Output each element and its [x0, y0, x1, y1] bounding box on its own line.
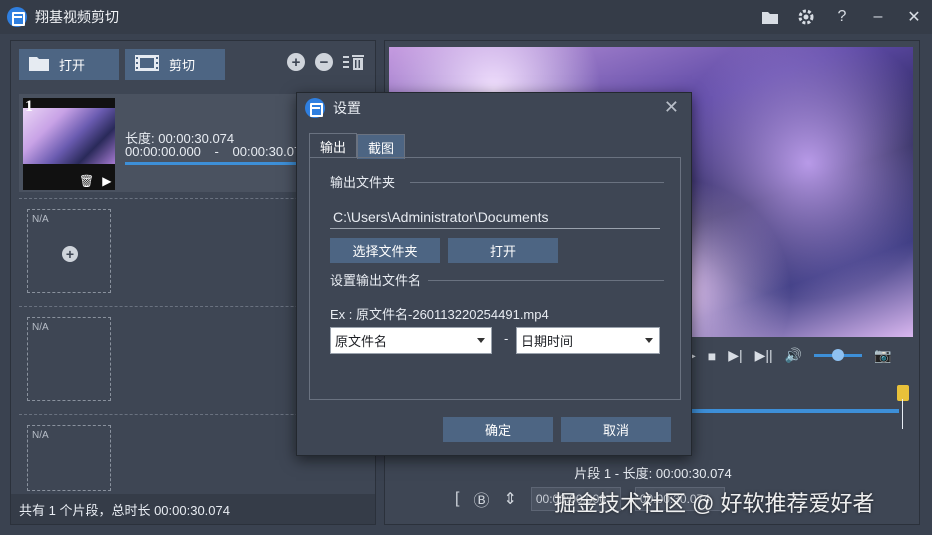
status-bar: 共有 1 个片段，总时长 00:00:30.074: [11, 494, 375, 524]
divider: [428, 280, 664, 281]
timeline-playhead[interactable]: [902, 399, 903, 429]
volume-slider[interactable]: [814, 349, 863, 361]
adjust-icon[interactable]: ⇕: [503, 489, 516, 509]
clip-start: 00:00:00.000: [125, 144, 201, 159]
tab-output[interactable]: 输出: [309, 133, 358, 158]
play-clip-icon[interactable]: ▶: [102, 174, 111, 188]
timeline-end-marker[interactable]: [897, 385, 909, 401]
clip-number: 1: [25, 98, 33, 115]
window-controls: ? – ✕: [752, 0, 932, 34]
help-icon[interactable]: ?: [824, 0, 860, 34]
folder-icon: [29, 55, 49, 74]
volume-icon[interactable]: 🔊: [785, 347, 802, 364]
settings-tabs: 输出 截图: [309, 133, 406, 159]
segment-info: 片段 1 - 长度: 00:00:30.074: [574, 466, 732, 481]
output-folder-label: 输出文件夹: [330, 175, 396, 190]
name-part1-value: 原文件名: [335, 334, 388, 349]
add-clip-icon[interactable]: +: [287, 53, 305, 71]
name-part2-value: 日期时间: [521, 334, 574, 349]
filename-example: Ex : 原文件名-260113220254491.mp4: [330, 307, 549, 322]
name-part2-select[interactable]: 日期时间: [516, 327, 660, 354]
filename-label: 设置输出文件名: [330, 273, 422, 288]
volume-knob[interactable]: [832, 349, 845, 361]
gear-icon[interactable]: [788, 0, 824, 34]
thumbnail-image: [23, 108, 115, 164]
clip-range: 00:00:00.000 - 00:00:30.07: [125, 144, 301, 159]
clear-list-icon[interactable]: [343, 53, 365, 74]
status-text: 共有 1 个片段，总时长 00:00:30.074: [19, 502, 230, 518]
cut-button[interactable]: 剪切: [125, 48, 225, 80]
output-folder-field[interactable]: C:\Users\Administrator\Documents: [330, 205, 660, 229]
title-bar: 翔基视频剪切 ? – ✕: [0, 0, 932, 34]
empty-slot-box[interactable]: N/A: [27, 425, 111, 491]
settings-dialog: 设置 ✕ 输出 截图 输出文件夹 C:\Users\Administrator\…: [296, 92, 692, 456]
remove-clip-icon[interactable]: −: [315, 53, 333, 71]
folder-icon[interactable]: [752, 0, 788, 34]
chevron-down-icon: [477, 338, 485, 343]
camera-icon[interactable]: 📷: [874, 347, 891, 364]
playback-controls: ▶ ■ ▶| ▶|| 🔊 📷: [685, 347, 892, 364]
cut-button-label: 剪切: [169, 57, 196, 73]
tab-screenshot[interactable]: 截图: [357, 134, 406, 159]
dialog-header: 设置 ✕: [297, 93, 691, 123]
open-button-label: 打开: [59, 57, 86, 73]
slot-label: N/A: [32, 214, 49, 225]
clip-end: 00:00:30.07: [232, 144, 302, 159]
list-actions: + −: [287, 53, 365, 74]
ok-button[interactable]: 确定: [443, 417, 553, 442]
dialog-logo-icon: [305, 98, 325, 118]
watermark: 掘金技术社区 @ 好软推荐爱好者: [554, 491, 875, 516]
app-logo-icon: [7, 7, 27, 27]
clip-thumbnail: 1 🗑 ▶: [23, 98, 115, 190]
cancel-button[interactable]: 取消: [561, 417, 671, 442]
output-tab-panel: 输出文件夹 C:\Users\Administrator\Documents 选…: [309, 157, 681, 400]
delete-clip-icon[interactable]: 🗑: [79, 174, 94, 188]
timeline-bar[interactable]: [685, 409, 899, 413]
divider: [410, 182, 664, 183]
app-title: 翔基视频剪切: [35, 9, 119, 25]
dialog-title: 设置: [333, 100, 361, 116]
dialog-close-icon[interactable]: ✕: [664, 97, 679, 118]
chevron-down-icon: [645, 338, 653, 343]
name-separator: -: [504, 331, 509, 346]
open-button[interactable]: 打开: [19, 48, 119, 80]
name-part1-select[interactable]: 原文件名: [330, 327, 492, 354]
b-marker-icon[interactable]: Ⓑ: [473, 487, 489, 511]
minimize-icon[interactable]: –: [860, 0, 896, 34]
fast-forward-icon[interactable]: ▶||: [755, 347, 773, 364]
thumbnail-tools: 🗑 ▶: [79, 174, 111, 188]
stop-icon[interactable]: ■: [708, 348, 716, 364]
clip-range-separator: -: [214, 144, 219, 159]
film-icon: [135, 54, 159, 74]
close-icon[interactable]: ✕: [896, 0, 932, 34]
step-forward-icon[interactable]: ▶|: [728, 347, 742, 364]
add-icon[interactable]: +: [62, 246, 78, 262]
open-folder-button[interactable]: 打开: [448, 238, 558, 263]
empty-slot-box[interactable]: N/A +: [27, 209, 111, 293]
slot-label: N/A: [32, 322, 49, 333]
empty-slot-box[interactable]: N/A: [27, 317, 111, 401]
set-start-icon[interactable]: [: [455, 490, 459, 508]
choose-folder-button[interactable]: 选择文件夹: [330, 238, 440, 263]
slot-label: N/A: [32, 430, 49, 441]
